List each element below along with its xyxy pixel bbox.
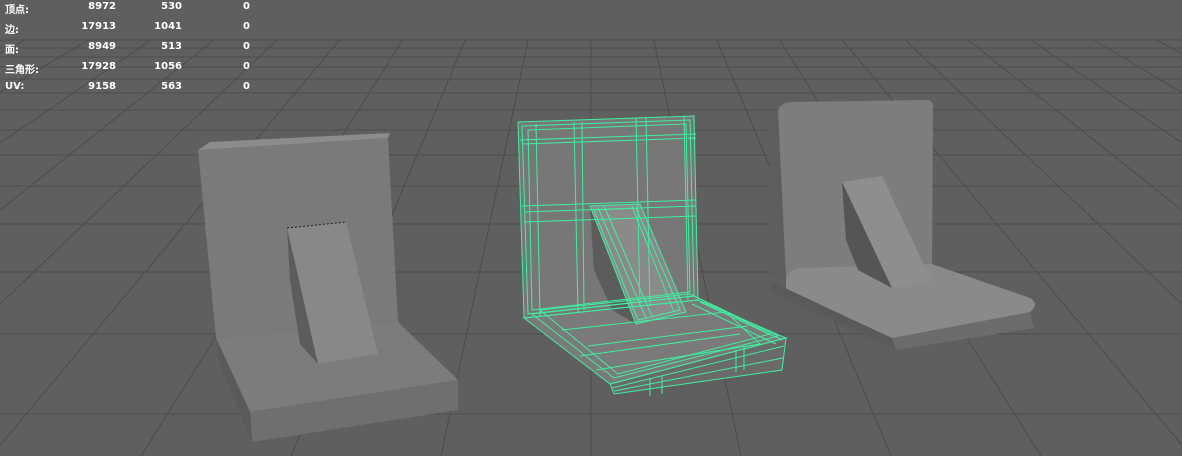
- hud-label: 顶点:: [5, 5, 29, 16]
- hud-value: 9158: [88, 81, 116, 92]
- hud-row: 顶点: 8972 530 0: [0, 1, 260, 16]
- hud-value: 563: [161, 81, 182, 92]
- hud-value: 17928: [81, 61, 116, 72]
- hud-value: 8949: [88, 41, 116, 52]
- hud-label: 边:: [5, 25, 19, 36]
- hud-value: 0: [243, 81, 250, 92]
- hud-value: 0: [243, 61, 250, 72]
- 3d-viewport[interactable]: 顶点: 8972 530 0 边: 17913 1041 0 面: 8949 513 0 三角形: 179…: [0, 0, 1182, 456]
- hud-value: 530: [161, 1, 182, 12]
- hud-value: 8972: [88, 1, 116, 12]
- hud-label: 三角形:: [5, 65, 39, 76]
- hud-label: 面:: [5, 45, 19, 56]
- hud-value: 1041: [154, 21, 182, 32]
- hud-row: 三角形: 17928 1056 0: [0, 61, 260, 76]
- hud-row: 面: 8949 513 0: [0, 41, 260, 56]
- hud-label: UV:: [5, 81, 25, 92]
- hud-value: 0: [243, 41, 250, 52]
- hud-row: UV: 9158 563 0: [0, 81, 260, 95]
- hud-row: 边: 17913 1041 0: [0, 21, 260, 36]
- hud-value: 1056: [154, 61, 182, 72]
- hud-value: 17913: [81, 21, 116, 32]
- poly-count-hud: 顶点: 8972 530 0 边: 17913 1041 0 面: 8949 513 0 三角形: 179…: [0, 0, 260, 100]
- hud-value: 513: [161, 41, 182, 52]
- hud-value: 0: [243, 1, 250, 12]
- hud-value: 0: [243, 21, 250, 32]
